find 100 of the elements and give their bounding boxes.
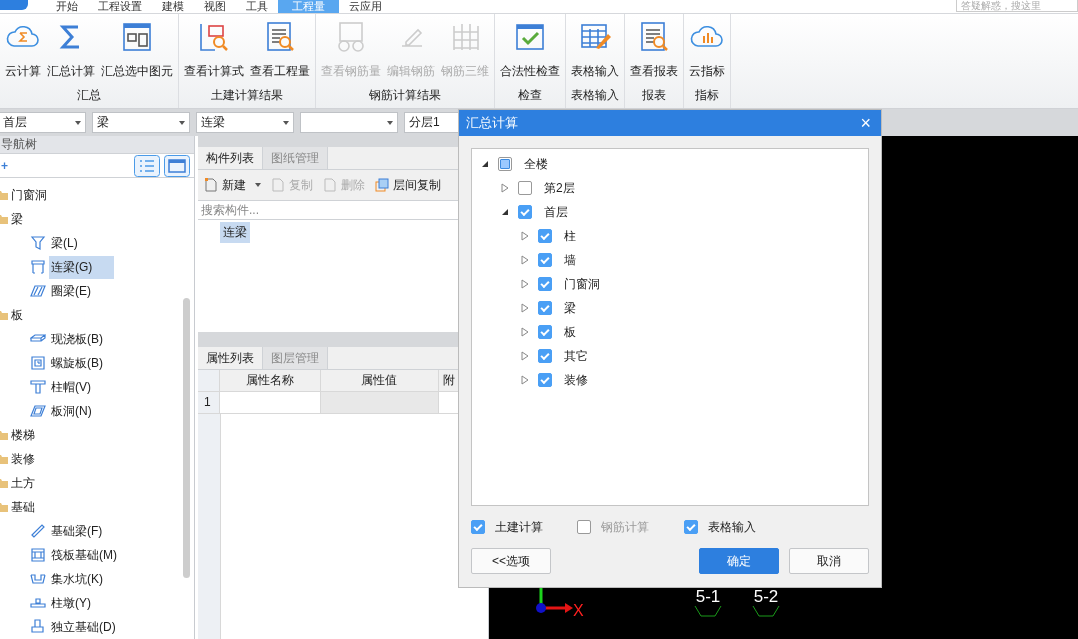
collapsed-arrow-icon[interactable]: [520, 375, 530, 385]
list-item[interactable]: 连梁: [220, 222, 250, 243]
checkbox[interactable]: [471, 520, 485, 534]
ribbon-button[interactable]: 合法性检查: [498, 14, 562, 87]
dropdown[interactable]: 首层: [0, 112, 86, 133]
checkbox[interactable]: [518, 181, 532, 195]
collapsed-arrow-icon[interactable]: [500, 183, 510, 193]
checkbox-label[interactable]: 土建计算: [495, 518, 543, 536]
confirm-button[interactable]: 确定: [699, 548, 779, 574]
tree-item[interactable]: 独立基础(D): [49, 615, 138, 639]
ribbon-group-title: 钢筋计算结果: [369, 87, 441, 104]
collapsed-arrow-icon[interactable]: [520, 303, 530, 313]
ribbon-group-title: 汇总: [77, 87, 101, 104]
menu-tab[interactable]: 云应用: [339, 0, 392, 13]
tree-item[interactable]: 装修: [11, 450, 35, 468]
dialog-title: 汇总计算: [466, 114, 518, 132]
tree-item[interactable]: 圈梁(E): [49, 279, 113, 303]
tree-item[interactable]: 现浇板(B): [49, 327, 125, 351]
ribbon-button[interactable]: 查看报表: [628, 14, 680, 87]
checkbox[interactable]: [538, 277, 552, 291]
collapsed-arrow-icon[interactable]: [520, 327, 530, 337]
menu-tab[interactable]: 工具: [236, 0, 278, 13]
checkbox[interactable]: [538, 349, 552, 363]
search-field[interactable]: 答疑解惑，搜这里: [956, 0, 1078, 12]
tree-item[interactable]: 板: [11, 306, 23, 324]
menu-tab[interactable]: 视图: [194, 0, 236, 13]
parallelogram-icon: [30, 283, 46, 299]
checkbox[interactable]: [684, 520, 698, 534]
row-number: 1: [198, 392, 220, 413]
tree-item[interactable]: 螺旋板(B): [49, 351, 125, 375]
app-logo-icon[interactable]: [0, 0, 28, 10]
list-view-icon[interactable]: [134, 154, 160, 177]
tree-item[interactable]: 柱: [562, 227, 576, 245]
ribbon-button[interactable]: 汇总计算: [45, 14, 97, 87]
tree-item[interactable]: 柱墩(Y): [49, 591, 113, 615]
tree-item[interactable]: 板洞(N): [49, 399, 114, 423]
table-cell[interactable]: [320, 392, 439, 413]
tree-item[interactable]: 门窗洞: [562, 275, 600, 293]
checkbox[interactable]: [538, 229, 552, 243]
diagonal-bar-icon: [30, 523, 46, 539]
calculator-window-icon: [120, 20, 154, 54]
checkbox[interactable]: [538, 301, 552, 315]
dropdown[interactable]: [300, 112, 398, 133]
dropdown[interactable]: 连梁: [196, 112, 294, 133]
tree-item[interactable]: 首层: [542, 203, 568, 221]
tree-item[interactable]: 连梁(G): [49, 255, 115, 279]
checkbox[interactable]: [538, 325, 552, 339]
checkbox-label[interactable]: 表格输入: [708, 518, 756, 536]
dropdown[interactable]: 梁: [92, 112, 190, 133]
add-button[interactable]: +: [1, 158, 8, 173]
tree-item[interactable]: 柱帽(V): [49, 375, 113, 399]
checkbox[interactable]: [538, 373, 552, 387]
expanded-arrow-icon[interactable]: [500, 207, 510, 217]
panel-title: 导航树: [1, 136, 37, 153]
options-button[interactable]: <<选项: [471, 548, 551, 574]
tree-item[interactable]: 梁: [11, 210, 23, 228]
tree-item[interactable]: 板: [562, 323, 576, 341]
grid-marker-label: 5-2: [753, 588, 779, 605]
ribbon-button[interactable]: 汇总选中图元: [99, 14, 175, 87]
menu-tab[interactable]: 开始: [46, 0, 88, 13]
ribbon-button[interactable]: 表格输入: [569, 14, 621, 87]
tree-item[interactable]: 门窗洞: [11, 186, 47, 204]
checkbox[interactable]: [518, 205, 532, 219]
expanded-arrow-icon[interactable]: [480, 159, 490, 169]
caret-icon: [283, 120, 289, 125]
tree-item[interactable]: 全楼: [522, 155, 548, 173]
column-header: 附: [441, 372, 456, 389]
tree-item[interactable]: 其它: [562, 347, 588, 365]
ribbon-button[interactable]: 查看计算式: [182, 14, 246, 87]
tree-item[interactable]: 土方: [11, 474, 35, 492]
tree-item[interactable]: 墙: [562, 251, 576, 269]
scrollbar[interactable]: [183, 298, 190, 578]
tree-item[interactable]: 筏板基础(M): [49, 543, 139, 567]
parallelogram-icon: [30, 403, 46, 419]
tree-item[interactable]: 梁(L): [49, 231, 100, 255]
menu-tab[interactable]: 建模: [152, 0, 194, 13]
toolbar-button[interactable]: 新建: [202, 176, 263, 194]
close-button[interactable]: ×: [850, 112, 881, 134]
collapsed-arrow-icon[interactable]: [520, 279, 530, 289]
tree-item[interactable]: 基础梁(F): [49, 519, 125, 543]
menu-tab[interactable]: 工程设置: [88, 0, 152, 13]
ribbon-button[interactable]: 云计算: [3, 14, 43, 87]
collapsed-arrow-icon[interactable]: [520, 255, 530, 265]
cancel-button[interactable]: 取消: [789, 548, 869, 574]
tree-item[interactable]: 第2层: [542, 179, 575, 197]
tree-item[interactable]: 楼梯: [11, 426, 35, 444]
tree-item[interactable]: 装修: [562, 371, 588, 389]
ribbon-button[interactable]: 云指标: [687, 14, 727, 87]
collapsed-arrow-icon[interactable]: [520, 351, 530, 361]
tree-item[interactable]: 集水坑(K): [49, 567, 125, 591]
column-header: 属性名称: [219, 370, 321, 391]
checkbox[interactable]: [498, 157, 512, 171]
ribbon-button[interactable]: 查看工程量: [248, 14, 312, 87]
checkbox[interactable]: [538, 253, 552, 267]
tree-item[interactable]: 梁: [562, 299, 576, 317]
funnel-icon: [30, 235, 46, 251]
collapsed-arrow-icon[interactable]: [520, 231, 530, 241]
window-view-icon[interactable]: [164, 154, 190, 177]
tree-item[interactable]: 基础: [11, 498, 35, 516]
toolbar-button[interactable]: 层间复制: [373, 176, 443, 194]
